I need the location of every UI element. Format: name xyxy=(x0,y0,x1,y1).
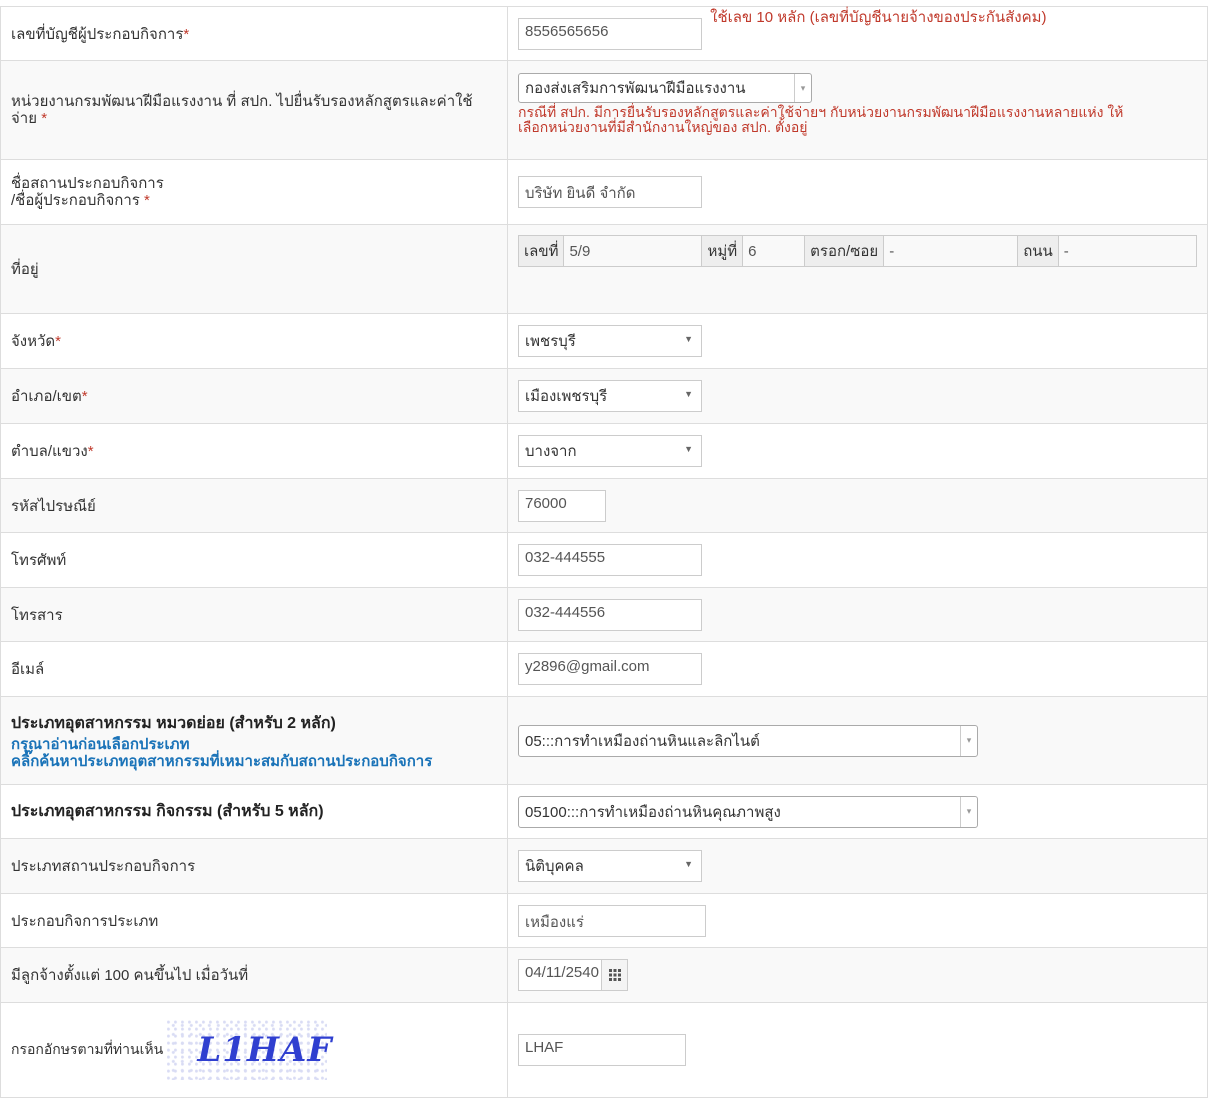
account-label: เลขที่บัญชีผู้ประกอบกิจการ* xyxy=(0,6,508,61)
district-select[interactable]: เมืองเพชรบุรี ▼ xyxy=(518,380,702,412)
bizkind-input[interactable]: เหมืองแร่ xyxy=(518,904,706,937)
biztype-select[interactable]: นิติบุคคล ▼ xyxy=(518,850,702,882)
caret-down-icon: ▾ xyxy=(960,796,977,827)
industry2-select[interactable]: 05:::การทำเหมืองถ่านหินและลิกไนต์ ▾ xyxy=(518,724,978,757)
email-input[interactable]: y2896@gmail.com xyxy=(518,653,702,685)
province-cell: เพชรบุรี ▼ xyxy=(507,313,1208,369)
row-postcode: รหัสไปรษณีย์ 76000 xyxy=(0,478,1208,533)
caret-down-icon: ▾ xyxy=(960,725,977,756)
postcode-input[interactable]: 76000 xyxy=(518,489,606,522)
postcode-cell: 76000 xyxy=(507,478,1208,533)
industry5-select[interactable]: 05100:::การทำเหมืองถ่านหินคุณภาพสูง ▾ xyxy=(518,795,978,828)
road-input[interactable]: - xyxy=(1058,235,1197,267)
row-email: อีเมล์ y2896@gmail.com xyxy=(0,641,1208,697)
row-industry-5: ประเภทอุตสาหกรรม กิจกรรม (สำหรับ 5 หลัก)… xyxy=(0,784,1208,839)
biztype-cell: นิติบุคคล ▼ xyxy=(507,838,1208,894)
address-label: ที่อยู่ xyxy=(0,224,508,314)
industry5-label: ประเภทอุตสาหกรรม กิจกรรม (สำหรับ 5 หลัก) xyxy=(0,784,508,839)
row-name: ชื่อสถานประกอบกิจการ /ชื่อผู้ประกอบกิจกา… xyxy=(0,159,1208,225)
bizkind-cell: เหมืองแร่ xyxy=(507,893,1208,948)
since-label: มีลูกจ้างตั้งแต่ 100 คนขึ้นไป เมื่อวันที… xyxy=(0,947,508,1003)
soi-prefix: ตรอก/ซอย xyxy=(805,235,885,267)
captcha-label-cell: กรอกอักษรตามที่ท่านเห็น L1HAF xyxy=(0,1002,508,1098)
house-no-prefix: เลขที่ xyxy=(518,235,565,267)
row-industry-2: ประเภทอุตสาหกรรม หมวดย่อย (สำหรับ 2 หลัก… xyxy=(0,696,1208,785)
row-biz-kind: ประกอบกิจการประเภท เหมืองแร่ xyxy=(0,893,1208,948)
fax-label: โทรสาร xyxy=(0,587,508,642)
row-phone: โทรศัพท์ 032-444555 xyxy=(0,532,1208,588)
moo-prefix: หมู่ที่ xyxy=(702,235,744,267)
unit-note: กรณีที่ สปก. มีการยื่นรับรองหลักสูตรและค… xyxy=(518,104,1124,135)
biztype-label: ประเภทสถานประกอบกิจการ xyxy=(0,838,508,894)
unit-select[interactable]: กองส่งเสริมการพัฒนาฝีมือแรงงาน ▾ xyxy=(518,73,812,103)
district-cell: เมืองเพชรบุรี ▼ xyxy=(507,368,1208,424)
caret-down-icon: ▼ xyxy=(684,859,693,869)
row-captcha: กรอกอักษรตามที่ท่านเห็น L1HAF LHAF xyxy=(0,1002,1208,1098)
subdistrict-select[interactable]: บางจาก ▼ xyxy=(518,435,702,467)
row-subdistrict: ตำบล/แขวง* บางจาก ▼ xyxy=(0,423,1208,479)
house-no-input[interactable]: 5/9 xyxy=(564,235,703,267)
account-cell: 8556565656 ใช้เลข 10 หลัก (เลขที่บัญชีนา… xyxy=(507,6,1208,61)
caret-down-icon: ▼ xyxy=(684,444,693,454)
fax-cell: 032-444556 xyxy=(507,587,1208,642)
row-district: อำเภอ/เขต* เมืองเพชรบุรี ▼ xyxy=(0,368,1208,424)
row-account: เลขที่บัญชีผู้ประกอบกิจการ* 8556565656 ใ… xyxy=(0,6,1208,61)
row-unit: หน่วยงานกรมพัฒนาฝีมือแรงงาน ที่ สปก. ไปย… xyxy=(0,60,1208,160)
since-cell: 04/11/2540 xyxy=(507,947,1208,1003)
bizkind-label: ประกอบกิจการประเภท xyxy=(0,893,508,948)
province-label: จังหวัด* xyxy=(0,313,508,369)
phone-cell: 032-444555 xyxy=(507,532,1208,588)
subdistrict-cell: บางจาก ▼ xyxy=(507,423,1208,479)
row-biz-type: ประเภทสถานประกอบกิจการ นิติบุคคล ▼ xyxy=(0,838,1208,894)
industry5-cell: 05100:::การทำเหมืองถ่านหินคุณภาพสูง ▾ xyxy=(507,784,1208,839)
name-cell: บริษัท ยินดี จำกัด xyxy=(507,159,1208,225)
soi-input[interactable]: - xyxy=(884,235,1019,267)
subdistrict-label: ตำบล/แขวง* xyxy=(0,423,508,479)
postcode-label: รหัสไปรษณีย์ xyxy=(0,478,508,533)
captcha-input[interactable]: LHAF xyxy=(518,1034,686,1066)
road-prefix: ถนน xyxy=(1018,235,1059,267)
account-note: ใช้เลข 10 หลัก (เลขที่บัญชีนายจ้างของประ… xyxy=(710,8,1047,26)
email-cell: y2896@gmail.com xyxy=(507,641,1208,697)
email-label: อีเมล์ xyxy=(0,641,508,697)
company-name-input[interactable]: บริษัท ยินดี จำกัด xyxy=(518,176,702,208)
read-before-select-link[interactable]: กรุณาอ่านก่อนเลือกประเภท xyxy=(11,736,497,753)
industry2-label: ประเภทอุตสาหกรรม หมวดย่อย (สำหรับ 2 หลัก… xyxy=(0,696,508,785)
captcha-cell: LHAF xyxy=(507,1002,1208,1098)
search-industry-link[interactable]: คลิ๊กค้นหาประเภทอุตสาหกรรมที่เหมาะสมกับส… xyxy=(11,753,497,770)
row-fax: โทรสาร 032-444556 xyxy=(0,587,1208,642)
district-label: อำเภอ/เขต* xyxy=(0,368,508,424)
name-label: ชื่อสถานประกอบกิจการ /ชื่อผู้ประกอบกิจกา… xyxy=(0,159,508,225)
unit-label: หน่วยงานกรมพัฒนาฝีมือแรงงาน ที่ สปก. ไปย… xyxy=(0,60,508,160)
caret-down-icon: ▾ xyxy=(794,74,811,102)
row-since-date: มีลูกจ้างตั้งแต่ 100 คนขึ้นไป เมื่อวันที… xyxy=(0,947,1208,1003)
registration-form: เลขที่บัญชีผู้ประกอบกิจการ* 8556565656 ใ… xyxy=(0,6,1208,1098)
row-address: ที่อยู่ เลขที่ 5/9 หมู่ที่ 6 ตรอก/ซอย - … xyxy=(0,224,1208,314)
province-select[interactable]: เพชรบุรี ▼ xyxy=(518,325,702,357)
moo-input[interactable]: 6 xyxy=(743,235,806,267)
caret-down-icon: ▼ xyxy=(684,389,693,399)
since-date-input[interactable]: 04/11/2540 xyxy=(518,959,602,991)
caret-down-icon: ▼ xyxy=(684,334,693,344)
phone-input[interactable]: 032-444555 xyxy=(518,544,702,576)
industry2-cell: 05:::การทำเหมืองถ่านหินและลิกไนต์ ▾ xyxy=(507,696,1208,785)
row-province: จังหวัด* เพชรบุรี ▼ xyxy=(0,313,1208,369)
captcha-image: L1HAF xyxy=(167,1020,332,1080)
address-cell: เลขที่ 5/9 หมู่ที่ 6 ตรอก/ซอย - ถนน - xyxy=(507,224,1208,314)
phone-label: โทรศัพท์ xyxy=(0,532,508,588)
address-group: เลขที่ 5/9 หมู่ที่ 6 ตรอก/ซอย - ถนน - xyxy=(518,235,1207,267)
calendar-icon[interactable] xyxy=(602,959,628,991)
unit-cell: กองส่งเสริมการพัฒนาฝีมือแรงงาน ▾ กรณีที่… xyxy=(507,60,1208,160)
account-number-input[interactable]: 8556565656 xyxy=(518,17,702,50)
fax-input[interactable]: 032-444556 xyxy=(518,598,702,631)
captcha-label: กรอกอักษรตามที่ท่านเห็น xyxy=(11,1041,164,1057)
